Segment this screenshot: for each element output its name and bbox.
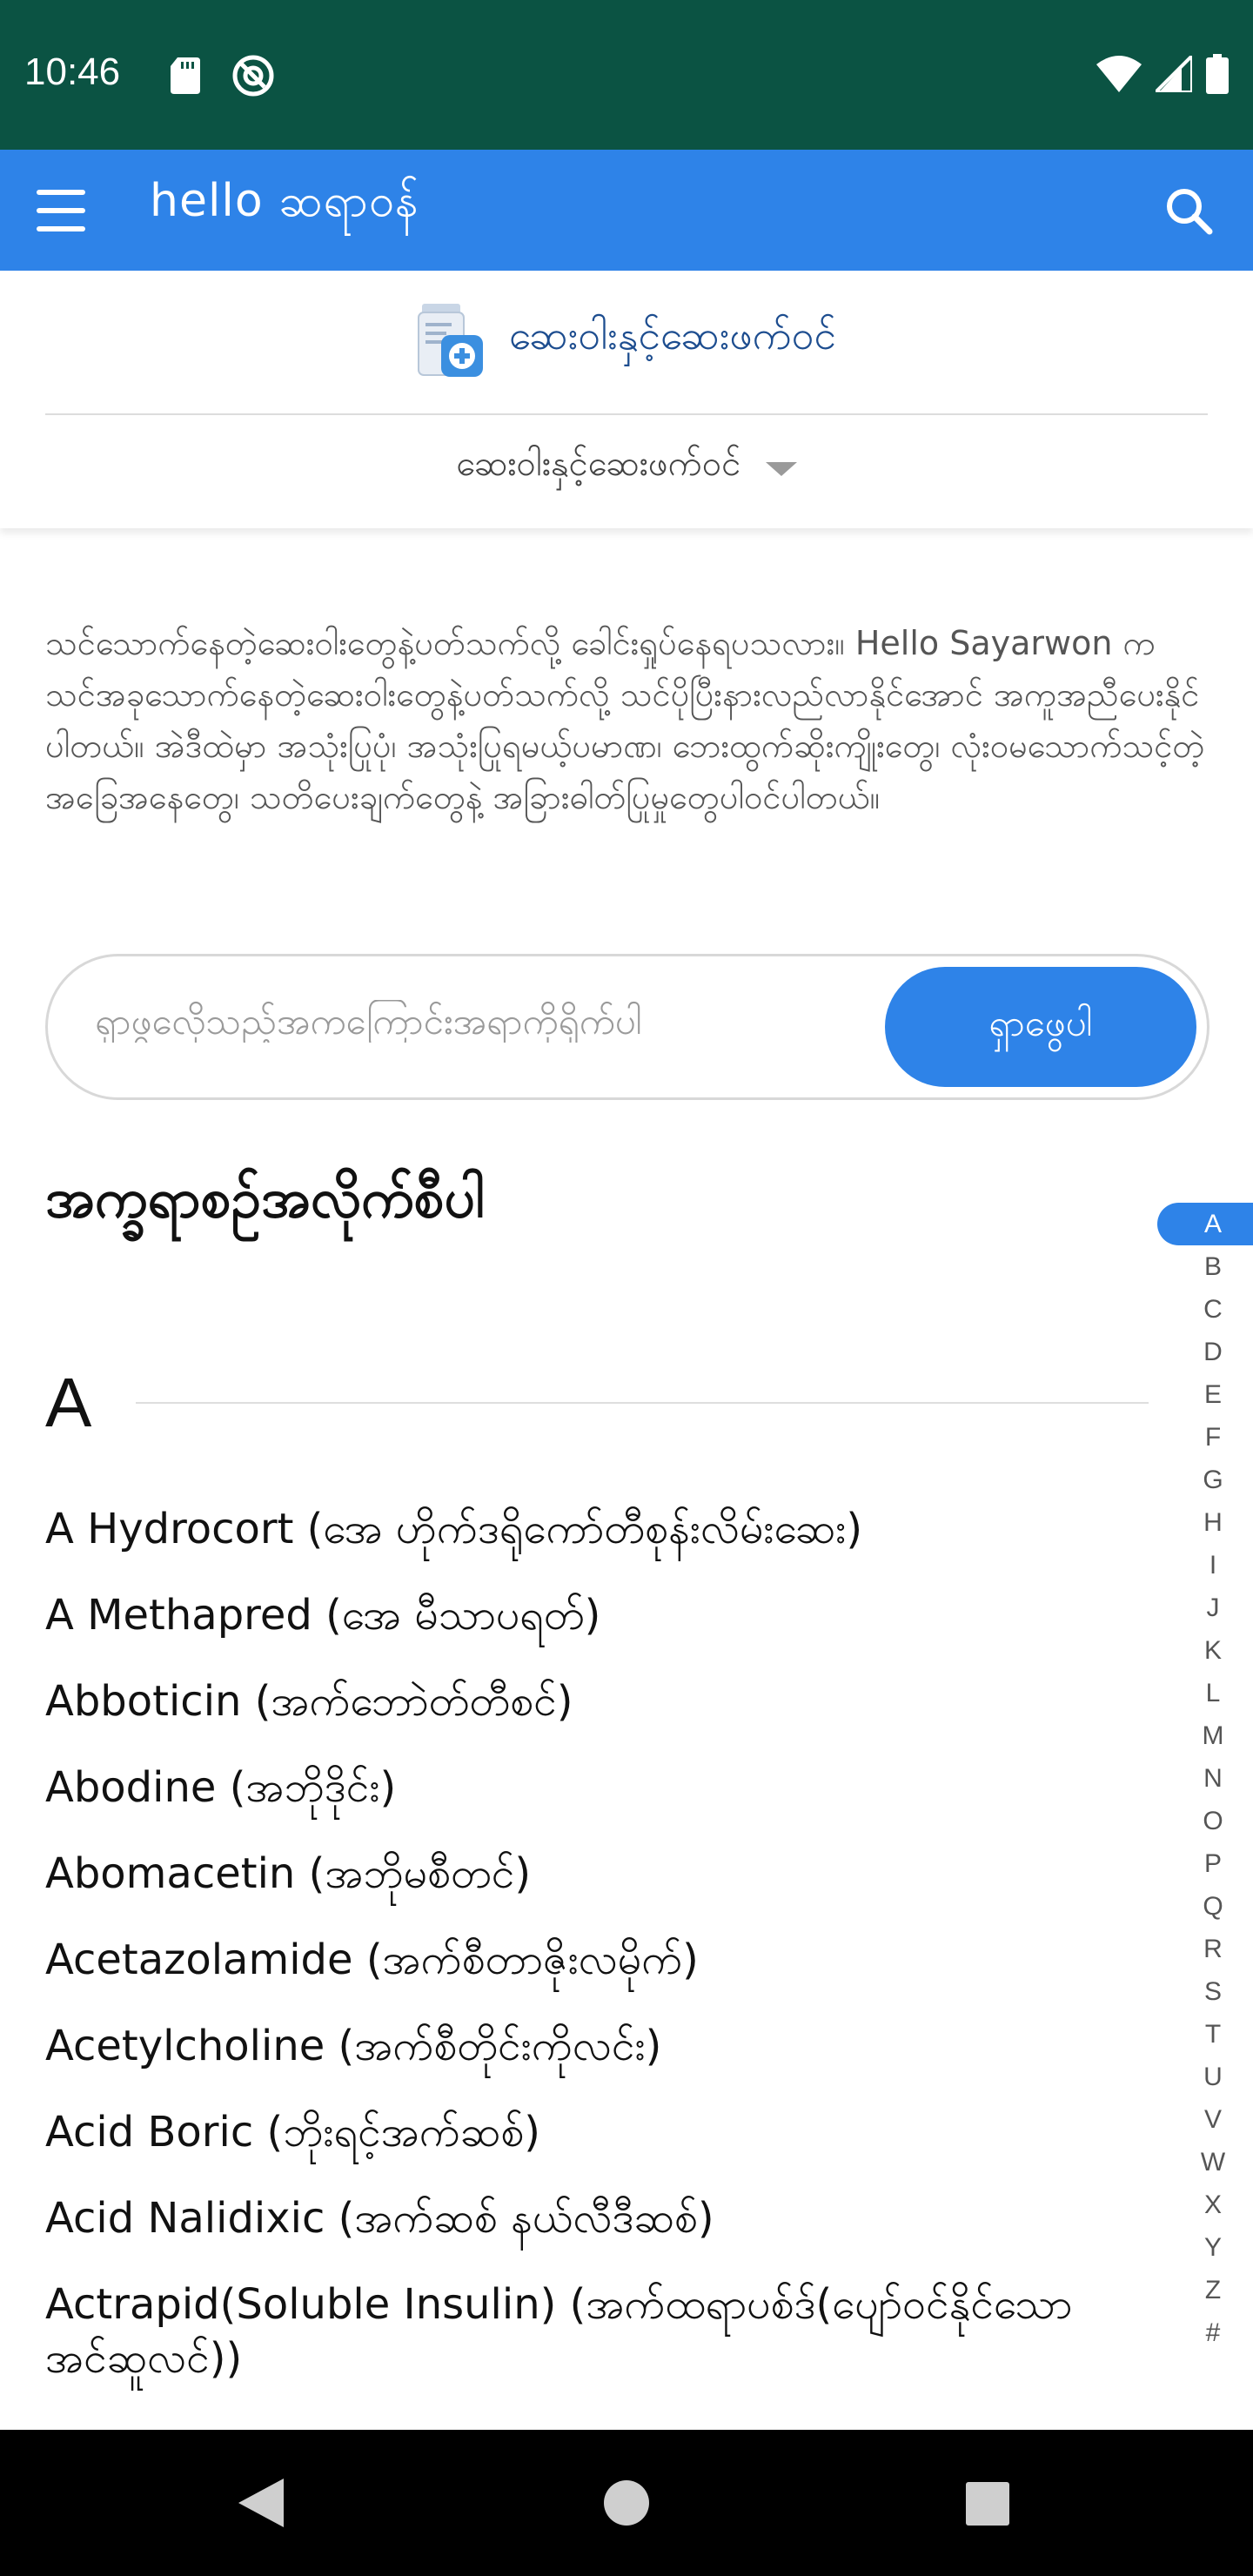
drug-link[interactable]: Acetylcholine (အက်စီတိုင်းကိုလင်း) <box>45 2019 1133 2073</box>
menu-icon[interactable] <box>37 190 85 231</box>
drug-link[interactable]: Acid Nalidixic (အက်ဆစ် နယ်လီဒီဆစ်) <box>45 2191 1133 2245</box>
category-title: ဆေးဝါးနှင့်ဆေးဖက်ဝင် <box>508 311 837 359</box>
recents-icon[interactable] <box>966 2482 1009 2526</box>
system-nav-bar <box>0 2430 1253 2576</box>
alphabet-index-item[interactable]: L <box>1157 1672 1253 1714</box>
home-icon[interactable] <box>604 2480 649 2526</box>
back-icon[interactable] <box>235 2475 287 2531</box>
category-divider <box>45 413 1208 415</box>
drug-list: A Hydrocort (အေ ဟိုက်ဒရိုကော်တီစုန်းလိမ်… <box>45 1502 1133 2385</box>
category-dropdown[interactable]: ဆေးဝါးနှင့်ဆေးဖက်ဝင် <box>0 441 1253 493</box>
alphabet-index-item[interactable]: B <box>1157 1245 1253 1288</box>
drug-link[interactable]: Acetazolamide (အက်စီတာဇိုးလမိုက်) <box>45 1933 1133 1987</box>
alphabet-index-item[interactable]: F <box>1157 1416 1253 1459</box>
alphabet-index-item[interactable]: P <box>1157 1842 1253 1885</box>
alphabet-index-item[interactable]: R <box>1157 1928 1253 1970</box>
chevron-down-icon <box>765 461 797 476</box>
brand-logo[interactable]: hello ဆရာဝန် <box>150 172 419 238</box>
drug-link[interactable]: A Methapred (အေ မီသာပရတ်) <box>45 1588 1133 1642</box>
intro-paragraph: သင်သောက်နေတဲ့ဆေးဝါးတွေနဲ့ပတ်သက်လို့ ခေါင… <box>45 624 1205 816</box>
alphabet-index-item[interactable]: M <box>1157 1714 1253 1757</box>
status-bar: 10:46 <box>0 0 1253 150</box>
alphabet-index-item[interactable]: X <box>1157 2184 1253 2226</box>
status-icons <box>1096 54 1229 94</box>
alphabet-index-item[interactable]: A <box>1157 1203 1253 1245</box>
battery-icon <box>1206 54 1229 94</box>
category-dropdown-label: ဆေးဝါးနှင့်ဆေးဖက်ဝင် <box>456 444 741 484</box>
drug-link[interactable]: Abomacetin (အဘိုမစီတင်) <box>45 1847 1133 1901</box>
drug-link[interactable]: Abboticin (အက်ဘောဲတ်တီစင်) <box>45 1674 1133 1728</box>
app-bar: hello ဆရာဝန် <box>0 150 1253 271</box>
alphabet-index-item[interactable]: T <box>1157 2013 1253 2056</box>
alphabet-index-item[interactable]: H <box>1157 1501 1253 1544</box>
wifi-icon <box>1096 56 1142 92</box>
search-button[interactable]: ရှာဖွေပါ <box>885 967 1196 1087</box>
section-heading: အက္ခရာစဉ်အလိုက်စီပါ <box>45 1166 485 1230</box>
alphabet-index-item[interactable]: # <box>1157 2311 1253 2354</box>
drug-link[interactable]: Abodine (အဘိုဒိုင်း) <box>45 1761 1133 1815</box>
alphabet-index-item[interactable]: D <box>1157 1331 1253 1373</box>
search-icon[interactable] <box>1163 184 1215 237</box>
alphabet-index-item[interactable]: I <box>1157 1544 1253 1587</box>
signal-icon <box>1156 56 1192 92</box>
drug-link[interactable]: Acid Boric (ဘိုးရင့်အက်ဆစ်) <box>45 2105 1133 2159</box>
alphabet-index: A B C D E F G H I J K L M N O P Q R S T … <box>1157 1203 1253 2354</box>
drug-link[interactable]: A Hydrocort (အေ ဟိုက်ဒရိုကော်တီစုန်းလိမ်… <box>45 1502 1133 1556</box>
sd-card-icon <box>171 57 200 94</box>
alphabet-index-item[interactable]: J <box>1157 1587 1253 1629</box>
alphabet-index-item[interactable]: C <box>1157 1288 1253 1331</box>
search-input[interactable] <box>95 1000 878 1043</box>
alphabet-index-item[interactable]: Y <box>1157 2226 1253 2269</box>
status-time: 10:46 <box>24 50 121 93</box>
alphabet-index-item[interactable]: N <box>1157 1757 1253 1800</box>
letter-header: A <box>45 1363 1149 1441</box>
letter-divider <box>136 1402 1149 1404</box>
alphabet-index-item[interactable]: O <box>1157 1800 1253 1842</box>
alphabet-index-item[interactable]: V <box>1157 2098 1253 2141</box>
alphabet-index-item[interactable]: W <box>1157 2141 1253 2184</box>
alphabet-index-item[interactable]: U <box>1157 2056 1253 2098</box>
current-letter: A <box>45 1364 92 1441</box>
alphabet-index-item[interactable]: E <box>1157 1373 1253 1416</box>
app-notification-icon <box>232 55 274 97</box>
alphabet-index-item[interactable]: G <box>1157 1459 1253 1501</box>
search-bar: ရှာဖွေပါ <box>45 954 1209 1100</box>
alphabet-index-item[interactable]: S <box>1157 1970 1253 2013</box>
drug-link[interactable]: Actrapid(Soluble Insulin) (အက်ထရာပစ်ဒ်(ပ… <box>45 2277 1133 2385</box>
alphabet-index-item[interactable]: Z <box>1157 2269 1253 2311</box>
alphabet-index-item[interactable]: Q <box>1157 1885 1253 1928</box>
medicine-bottle-icon <box>417 304 483 377</box>
category-header: ဆေးဝါးနှင့်ဆေးဖက်ဝင် ဆေးဝါးနှင့်ဆေးဖက်ဝင… <box>0 271 1253 528</box>
alphabet-index-item[interactable]: K <box>1157 1629 1253 1672</box>
category-title-row: ဆေးဝါးနှင့်ဆေးဖက်ဝင် <box>0 300 1253 379</box>
